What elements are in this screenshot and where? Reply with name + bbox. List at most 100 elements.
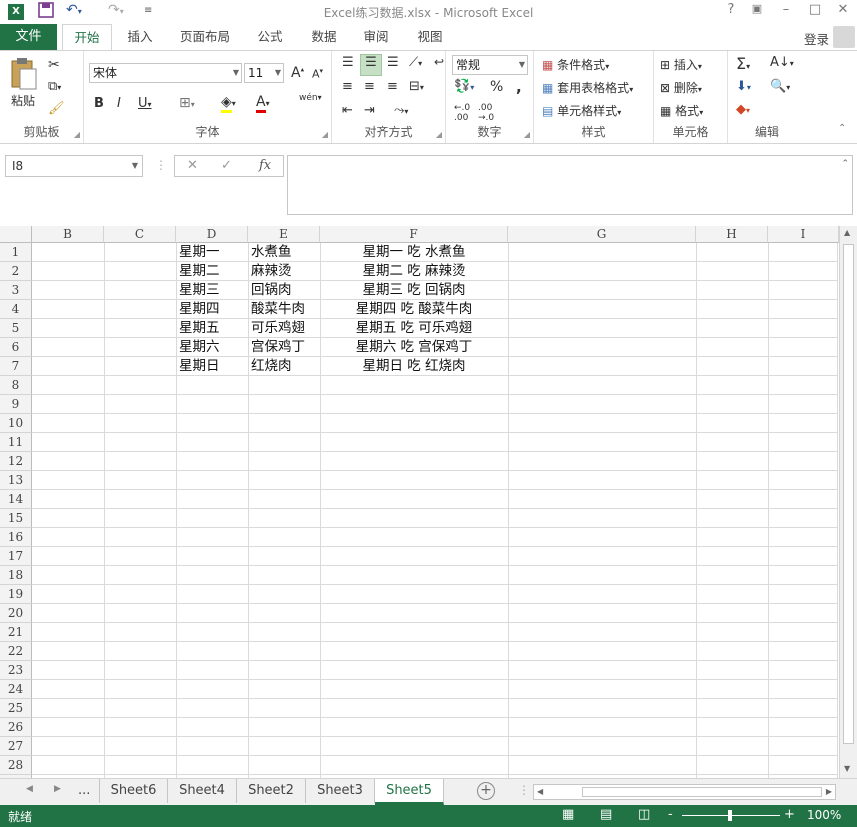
formula-input[interactable]: ⌃ (287, 155, 853, 215)
row-header[interactable]: 19 (0, 585, 32, 604)
align-center-icon[interactable]: ≡ (364, 79, 375, 94)
sheet-tab[interactable]: Sheet2 (237, 779, 306, 803)
underline-button[interactable]: U▾ (138, 96, 152, 111)
autosum-icon[interactable]: Σ▾ (736, 54, 750, 73)
sheet-tab[interactable]: Sheet6 (99, 779, 168, 803)
scroll-left-icon[interactable]: ◀ (537, 787, 543, 796)
new-sheet-icon[interactable]: + (477, 782, 495, 800)
row-header[interactable]: 5 (0, 319, 32, 338)
format-painter-icon[interactable]: 🖌 (48, 101, 65, 116)
font-launcher-icon[interactable]: ◢ (322, 130, 328, 139)
percent-button[interactable]: % (490, 79, 503, 95)
cell-d4[interactable]: 星期四 (179, 300, 247, 319)
currency-icon[interactable]: 💱▾ (454, 79, 474, 94)
cell-e7[interactable]: 红烧肉 (251, 357, 319, 376)
tab-view[interactable]: 视图 (406, 24, 454, 50)
cell-f4[interactable]: 星期四 吃 酸菜牛肉 (320, 300, 508, 319)
tab-splitter-icon[interactable]: ⋮ (518, 783, 530, 797)
increase-decimal-icon[interactable]: ←.0.00 (454, 103, 470, 123)
number-launcher-icon[interactable]: ◢ (524, 130, 530, 139)
cell-d1[interactable]: 星期一 (179, 243, 247, 262)
cut-icon[interactable]: ✂ (48, 57, 60, 73)
borders-icon[interactable]: ⊞▾ (179, 95, 195, 111)
worksheet-grid[interactable]: B C D E F G H I 123456789101112131415161… (0, 226, 857, 778)
prev-sheet-icon[interactable]: ◀ (26, 784, 33, 794)
italic-button[interactable]: I (117, 96, 121, 111)
cell-f5[interactable]: 星期五 吃 可乐鸡翅 (320, 319, 508, 338)
row-header[interactable]: 9 (0, 395, 32, 414)
decrease-indent-icon[interactable]: ⇤ (342, 103, 353, 118)
cell-f7[interactable]: 星期日 吃 红烧肉 (320, 357, 508, 376)
format-cells-button[interactable]: ▦ 格式▾ (660, 102, 703, 119)
find-select-icon[interactable]: 🔍▾ (770, 79, 790, 94)
cell-styles-button[interactable]: ▤ 单元格样式▾ (542, 102, 621, 119)
sign-in-link[interactable]: 登录 (804, 29, 829, 48)
row-header[interactable]: 6 (0, 338, 32, 357)
expand-formula-icon[interactable]: ⌃ (841, 159, 849, 169)
bold-button[interactable]: B (94, 96, 104, 111)
column-header-b[interactable]: B (32, 226, 104, 243)
column-header-c[interactable]: C (104, 226, 176, 243)
fill-icon[interactable]: ⬇▾ (736, 79, 751, 94)
column-header-i[interactable]: I (768, 226, 839, 243)
copy-icon[interactable]: ⧉▾ (48, 79, 61, 94)
align-left-icon[interactable]: ≡ (342, 79, 353, 94)
align-right-icon[interactable]: ≡ (387, 79, 398, 94)
column-header-h[interactable]: H (696, 226, 768, 243)
phonetic-icon[interactable]: wén▾ (299, 93, 322, 103)
row-header[interactable]: 14 (0, 490, 32, 509)
vertical-scrollbar[interactable]: ▲ ▼ (839, 226, 857, 778)
zoom-out-button[interactable]: - (668, 807, 673, 822)
cell-e4[interactable]: 酸菜牛肉 (251, 300, 319, 319)
scroll-up-icon[interactable]: ▲ (844, 228, 850, 237)
row-header[interactable]: 11 (0, 433, 32, 452)
row-header[interactable]: 22 (0, 642, 32, 661)
font-size-combo[interactable]: 11▼ (244, 63, 284, 83)
scroll-down-icon[interactable]: ▼ (844, 764, 850, 773)
column-header-d[interactable]: D (176, 226, 248, 243)
row-header[interactable]: 28 (0, 756, 32, 775)
tab-file[interactable]: 文件 (0, 24, 57, 50)
tab-formulas[interactable]: 公式 (246, 24, 294, 50)
scroll-right-icon[interactable]: ▶ (826, 787, 832, 796)
normal-view-icon[interactable]: ▦ (562, 807, 574, 822)
more-sheets-button[interactable]: ... (78, 783, 90, 798)
close-button[interactable]: ✕ (832, 2, 854, 17)
cell-d5[interactable]: 星期五 (179, 319, 247, 338)
row-header[interactable]: 4 (0, 300, 32, 319)
sheet-tab[interactable]: Sheet3 (306, 779, 375, 803)
row-header[interactable]: 8 (0, 376, 32, 395)
row-header[interactable]: 13 (0, 471, 32, 490)
column-header-f[interactable]: F (320, 226, 508, 243)
sheet-tab[interactable]: Sheet4 (168, 779, 237, 803)
insert-cells-button[interactable]: ⊞ 插入▾ (660, 56, 702, 73)
orientation-icon[interactable]: ⟋▾ (409, 55, 422, 70)
tab-page-layout[interactable]: 页面布局 (172, 24, 238, 50)
align-top-icon[interactable]: ☰ (342, 55, 354, 70)
row-header[interactable]: 18 (0, 566, 32, 585)
maximize-button[interactable]: □ (804, 2, 826, 17)
tab-review[interactable]: 审阅 (352, 24, 400, 50)
number-format-combo[interactable]: 常规▼ (452, 55, 528, 75)
zoom-slider-thumb[interactable] (728, 810, 732, 821)
font-name-combo[interactable]: 宋体▼ (89, 63, 242, 83)
cell-e1[interactable]: 水煮鱼 (251, 243, 319, 262)
paste-button[interactable]: 粘贴 (8, 57, 38, 109)
delete-cells-button[interactable]: ⊠ 删除▾ (660, 79, 702, 96)
cell-d7[interactable]: 星期日 (179, 357, 247, 376)
ribbon-display-icon[interactable]: ▣ (746, 2, 768, 15)
cell-e5[interactable]: 可乐鸡翅 (251, 319, 319, 338)
zoom-level[interactable]: 100% (807, 808, 841, 822)
row-header[interactable]: 15 (0, 509, 32, 528)
cell-f2[interactable]: 星期二 吃 麻辣烫 (320, 262, 508, 281)
cell-e6[interactable]: 宫保鸡丁 (251, 338, 319, 357)
merge-center-icon[interactable]: ⊟▾ (409, 79, 424, 94)
row-header[interactable]: 27 (0, 737, 32, 756)
alignment-launcher-icon[interactable]: ◢ (436, 130, 442, 139)
row-header[interactable]: 25 (0, 699, 32, 718)
row-header[interactable]: 17 (0, 547, 32, 566)
name-box[interactable]: I8▼ (5, 155, 143, 177)
font-color-icon[interactable]: A▾ (256, 94, 270, 110)
cell-d6[interactable]: 星期六 (179, 338, 247, 357)
row-header[interactable]: 23 (0, 661, 32, 680)
